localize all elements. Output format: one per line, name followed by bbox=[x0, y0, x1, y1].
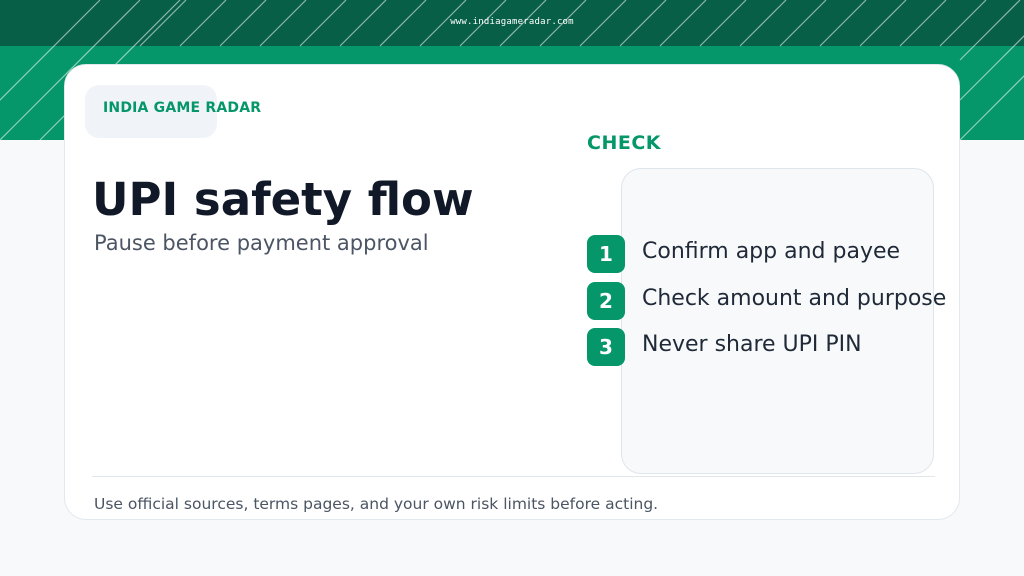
page-subtitle: Pause before payment approval bbox=[94, 231, 429, 255]
step-text: Never share UPI PIN bbox=[642, 332, 862, 357]
divider bbox=[92, 476, 935, 477]
check-step: 2 Check amount and purpose bbox=[587, 282, 987, 320]
check-step: 1 Confirm app and payee bbox=[587, 235, 987, 273]
page-title: UPI safety flow bbox=[92, 173, 474, 226]
footer-note: Use official sources, terms pages, and y… bbox=[94, 495, 659, 513]
site-url: www.indiagameradar.com bbox=[450, 17, 574, 27]
step-text: Check amount and purpose bbox=[642, 286, 947, 311]
step-text: Confirm app and payee bbox=[642, 239, 901, 264]
check-heading: CHECK bbox=[587, 132, 661, 154]
check-panel bbox=[621, 168, 934, 474]
brand-label: INDIA GAME RADAR bbox=[103, 100, 262, 116]
step-number-badge: 2 bbox=[587, 282, 625, 320]
step-number-badge: 3 bbox=[587, 328, 625, 366]
step-number-badge: 1 bbox=[587, 235, 625, 273]
check-step: 3 Never share UPI PIN bbox=[587, 328, 987, 366]
